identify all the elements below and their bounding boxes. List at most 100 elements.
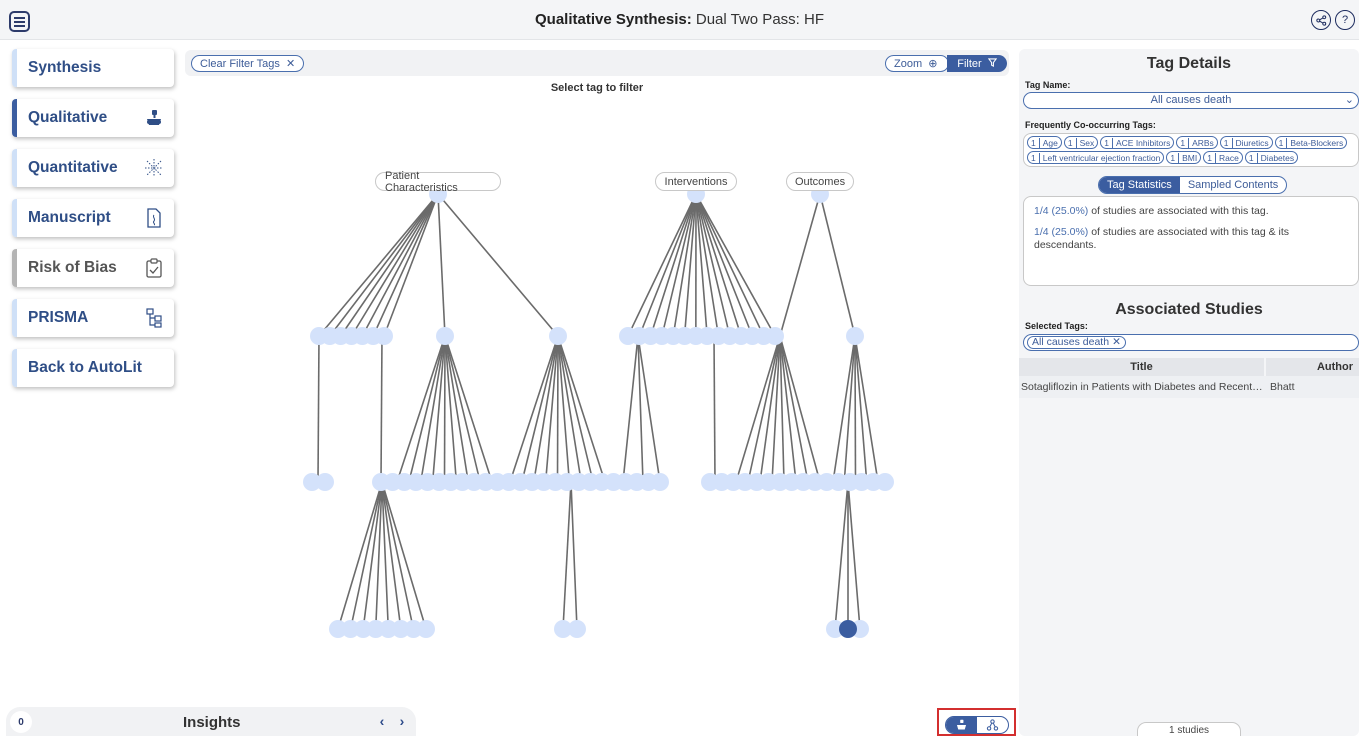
tree-edge xyxy=(847,481,861,630)
tree-node[interactable] xyxy=(436,327,454,345)
tab-tag-statistics[interactable]: Tag Statistics xyxy=(1099,177,1180,193)
tree-edge xyxy=(444,335,493,483)
tree-edge xyxy=(419,335,446,483)
tree-root-outcomes[interactable]: Outcomes xyxy=(786,172,854,191)
share-icon[interactable] xyxy=(1311,10,1331,30)
tag-hierarchy-tree[interactable] xyxy=(185,100,1015,680)
cooccurring-tag-chip[interactable]: 1 Age xyxy=(1027,136,1062,149)
cooccurring-tag-chip[interactable]: 1 Beta-Blockers xyxy=(1274,136,1348,149)
tree-node[interactable] xyxy=(766,327,784,345)
tree-root-interventions[interactable]: Interventions xyxy=(655,172,737,191)
cooccurring-tag-chip[interactable]: 1 Race xyxy=(1203,151,1243,164)
tree-edge xyxy=(854,335,857,483)
view-toggle[interactable] xyxy=(945,716,1009,734)
tree-edge xyxy=(329,193,439,337)
tree-edge xyxy=(557,335,583,483)
tree-edge xyxy=(318,193,439,337)
table-row[interactable]: Sotagliflozin in Patients with Diabetes … xyxy=(1019,376,1359,398)
tag-statistics-box: 1/4 (25.0%) of studies are associated wi… xyxy=(1023,196,1359,286)
sidebar-item-manuscript[interactable]: Manuscript xyxy=(12,199,174,237)
tree-edge xyxy=(383,193,439,337)
tree-edge xyxy=(557,335,606,483)
tree-edge xyxy=(437,193,446,337)
tag-details-heading: Tag Details xyxy=(1146,55,1232,72)
tree-node-selected[interactable] xyxy=(839,620,857,638)
help-icon[interactable]: ? xyxy=(1335,10,1355,30)
cooccur-label: Frequently Co-occurring Tags: xyxy=(1025,120,1156,130)
tree-edge xyxy=(854,335,879,483)
tree-edge xyxy=(437,193,559,337)
tag-name: BMI xyxy=(1182,152,1198,163)
tree-node[interactable] xyxy=(651,473,669,491)
tag-name-select[interactable]: All causes death ⌄ xyxy=(1023,92,1359,109)
tree-edge xyxy=(570,481,578,630)
selected-tag-chip[interactable]: All causes death ✕ xyxy=(1027,336,1126,349)
tag-count: 1 xyxy=(1204,152,1216,163)
cooccurring-tag-chip[interactable]: 1 ACE Inhibitors xyxy=(1100,136,1175,149)
tree-edge xyxy=(854,335,868,483)
tag-name: Diabetes xyxy=(1260,152,1295,163)
sidebar-item-risk-of-bias[interactable]: Risk of Bias xyxy=(12,249,174,287)
risk-of-bias-icon xyxy=(144,258,164,278)
tree-edge xyxy=(556,335,559,483)
select-tag-hint: Select tag to filter xyxy=(550,82,644,94)
tag-count: 1 xyxy=(1167,152,1180,163)
sidebar-item-back-to-autolit[interactable]: Back to AutoLit xyxy=(12,349,174,387)
tree-node[interactable] xyxy=(417,620,435,638)
cooccurring-tag-chip[interactable]: 1 BMI xyxy=(1166,151,1202,164)
sidebar-item-quantitative[interactable]: Quantitative xyxy=(12,149,174,187)
tree-edge xyxy=(713,335,716,483)
tree-root-patient-characteristics[interactable]: Patient Characteristics xyxy=(375,170,501,194)
quantitative-icon xyxy=(144,158,164,178)
view-toggle-highlight xyxy=(937,708,1016,736)
sidebar: Synthesis Qualitative Quantitative Manus… xyxy=(12,49,174,399)
studies-count: 1 studies xyxy=(1137,722,1241,736)
cooccurring-tag-chip[interactable]: 1 ARBs xyxy=(1176,136,1218,149)
cooccurring-tag-chip[interactable]: 1 Diabetes xyxy=(1244,151,1299,164)
stat-tag: 1/4 (25.0%) of studies are associated wi… xyxy=(1034,205,1269,217)
tree-node[interactable] xyxy=(846,327,864,345)
tree-edge xyxy=(759,335,781,483)
chevron-right-icon[interactable]: › xyxy=(393,711,411,731)
tree-edge xyxy=(381,481,427,630)
tag-name: ACE Inhibitors xyxy=(1115,137,1171,148)
network-view-button[interactable] xyxy=(977,717,1008,733)
tree-node[interactable] xyxy=(876,473,894,491)
page-title: Qualitative Synthesis: Dual Two Pass: HF xyxy=(535,11,824,28)
tag-name: Diuretics xyxy=(1235,137,1269,148)
tree-node[interactable] xyxy=(549,327,567,345)
sidebar-item-label: Back to AutoLit xyxy=(28,359,142,376)
tree-node[interactable] xyxy=(316,473,334,491)
cooccurring-tag-chip[interactable]: 1 Left ventricular ejection fraction xyxy=(1027,151,1165,164)
column-header-author[interactable]: Author xyxy=(1266,358,1359,376)
clear-filter-tags-button[interactable]: Clear Filter Tags ✕ xyxy=(191,55,305,72)
sidebar-item-synthesis[interactable]: Synthesis xyxy=(12,49,174,87)
close-icon[interactable]: ✕ xyxy=(1112,337,1121,348)
sidebar-item-prisma[interactable]: PRISMA xyxy=(12,299,174,337)
tree-edge xyxy=(380,335,383,483)
tree-edge xyxy=(372,193,439,337)
study-title: Sotagliflozin in Patients with Diabetes … xyxy=(1021,381,1264,393)
tree-edge xyxy=(532,335,559,483)
tree-edge xyxy=(317,335,320,483)
tree-edge xyxy=(443,335,446,483)
filter-button[interactable]: Filter xyxy=(947,55,1007,72)
tree-edge xyxy=(350,193,439,337)
cooccurring-tag-chip[interactable]: 1 Sex xyxy=(1063,136,1099,149)
tag-count: 1 xyxy=(1028,152,1040,163)
tag-name: Left ventricular ejection fraction xyxy=(1042,152,1161,163)
filter-icon xyxy=(987,57,997,70)
tree-node[interactable] xyxy=(568,620,586,638)
sidebar-item-qualitative[interactable]: Qualitative xyxy=(12,99,174,137)
column-header-title[interactable]: Title xyxy=(1019,358,1264,376)
zoom-button[interactable]: Zoom ⊕ xyxy=(885,55,949,72)
tree-node[interactable] xyxy=(375,327,393,345)
chevron-left-icon[interactable]: ‹ xyxy=(373,711,391,731)
selected-tags-field[interactable]: All causes death ✕ xyxy=(1023,334,1359,351)
tree-view-button[interactable] xyxy=(946,717,977,733)
chevron-down-icon: ⌄ xyxy=(1344,94,1354,106)
network-icon xyxy=(986,719,999,731)
tab-sampled-contents[interactable]: Sampled Contents xyxy=(1180,177,1286,193)
cooccurring-tag-chip[interactable]: 1 Diuretics xyxy=(1219,136,1273,149)
insights-title: Insights xyxy=(183,714,241,731)
